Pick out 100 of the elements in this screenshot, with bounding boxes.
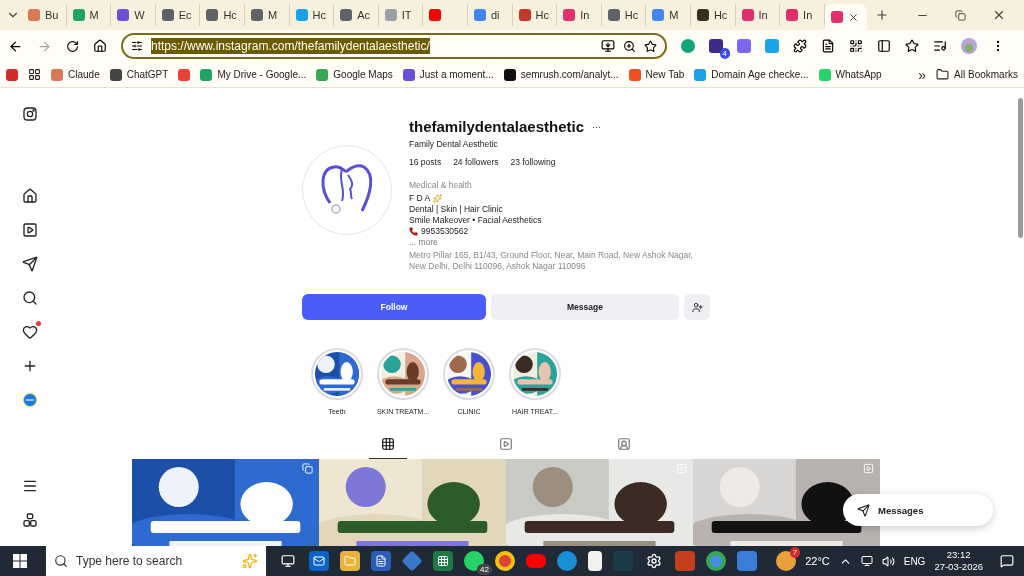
media-control-icon[interactable] bbox=[933, 39, 947, 53]
messages-button[interactable]: Messages bbox=[843, 494, 993, 526]
device-icon[interactable] bbox=[860, 555, 873, 567]
back-icon[interactable] bbox=[8, 38, 23, 54]
more-link[interactable]: ... more bbox=[409, 237, 438, 248]
extension-icon[interactable] bbox=[681, 39, 695, 53]
tagged-tab-icon[interactable] bbox=[617, 437, 631, 451]
blank-file-icon[interactable] bbox=[588, 551, 602, 571]
zoom-icon[interactable] bbox=[623, 39, 636, 53]
new-tab-icon[interactable] bbox=[874, 8, 889, 22]
extensions-icon[interactable] bbox=[793, 39, 807, 53]
apps-icon[interactable] bbox=[28, 68, 41, 81]
browser-tab[interactable]: M bbox=[66, 4, 112, 26]
browser-tab[interactable]: IT bbox=[378, 4, 424, 26]
carousel-icon bbox=[302, 463, 313, 474]
instagram-logo-icon[interactable] bbox=[22, 106, 38, 122]
home-icon[interactable] bbox=[93, 39, 107, 53]
plus-icon[interactable] bbox=[22, 358, 38, 374]
install-icon[interactable] bbox=[601, 39, 615, 53]
weather-icon[interactable] bbox=[776, 551, 797, 571]
bookmark-link[interactable]: ChatGPT bbox=[126, 69, 169, 80]
browser-tab[interactable]: M bbox=[244, 4, 290, 26]
taskbar-search-field[interactable]: Type here to search bbox=[46, 546, 266, 576]
profile-stat[interactable]: 23 following bbox=[510, 157, 556, 168]
message-button[interactable]: Message bbox=[491, 294, 679, 320]
search-icon bbox=[54, 554, 68, 568]
apps-icon[interactable] bbox=[22, 512, 38, 528]
story-highlight[interactable] bbox=[443, 348, 495, 400]
all-bookmarks-button[interactable]: All Bookmarks bbox=[954, 69, 1018, 80]
bookmark-link[interactable]: Google Maps bbox=[333, 69, 393, 80]
browser-tab[interactable] bbox=[824, 4, 867, 30]
video-app-icon[interactable] bbox=[526, 554, 546, 568]
follow-button[interactable]: Follow bbox=[302, 294, 486, 320]
story-highlight[interactable] bbox=[509, 348, 561, 400]
profile-stat[interactable]: 24 followers bbox=[453, 157, 499, 168]
bio-line: Dental | Skin | Hair Clinic bbox=[409, 204, 504, 215]
browser-tab[interactable]: Ac bbox=[334, 4, 379, 26]
browser-app-icon[interactable] bbox=[495, 551, 515, 571]
scrollbar-thumb[interactable] bbox=[1017, 98, 1023, 238]
web-browser-app-icon[interactable] bbox=[557, 551, 577, 571]
bookmark-link[interactable]: WhatsApp bbox=[835, 69, 882, 80]
browser-tab[interactable]: In bbox=[735, 4, 781, 26]
reload-icon[interactable] bbox=[66, 39, 79, 53]
reels-icon[interactable] bbox=[22, 222, 38, 238]
browser-tab[interactable]: W bbox=[111, 4, 156, 26]
favorites-icon[interactable] bbox=[905, 39, 919, 53]
search-icon[interactable] bbox=[22, 290, 38, 306]
menu-icon[interactable] bbox=[22, 478, 38, 494]
reading-list-icon[interactable] bbox=[821, 39, 835, 53]
profile-avatar-icon[interactable] bbox=[23, 393, 37, 407]
address-bar[interactable]: https://www.instagram.com/thefamilydentalaesthetic/ bbox=[121, 33, 667, 59]
browser-tab[interactable]: Bu bbox=[22, 4, 67, 26]
photos-app-icon[interactable] bbox=[737, 551, 757, 571]
bookmark-link[interactable]: Just a moment... bbox=[419, 69, 494, 80]
extension-icon[interactable] bbox=[709, 39, 723, 53]
browser-tab[interactable]: Hc bbox=[200, 4, 245, 26]
browser-tab[interactable]: Ec bbox=[155, 4, 201, 26]
settings-icon[interactable] bbox=[644, 551, 664, 571]
grid-tab-icon[interactable] bbox=[381, 437, 395, 451]
browser-tab[interactable]: Hc bbox=[690, 4, 736, 26]
mail-app-icon[interactable] bbox=[309, 551, 329, 571]
extension-icon[interactable] bbox=[6, 68, 18, 81]
more-bookmarks-button[interactable]: » bbox=[918, 66, 927, 83]
close-window-icon[interactable] bbox=[992, 8, 1006, 22]
spreadsheet-app-icon[interactable] bbox=[433, 551, 453, 571]
folder-icon[interactable] bbox=[340, 551, 360, 571]
story-highlight[interactable] bbox=[377, 348, 429, 400]
suggested-users-button[interactable] bbox=[684, 294, 710, 320]
reels-tab-icon[interactable] bbox=[499, 437, 513, 451]
qr-code-icon[interactable] bbox=[849, 39, 863, 53]
bookmark-star-icon[interactable] bbox=[644, 39, 657, 53]
bookmark-link[interactable]: My Drive - Google... bbox=[217, 69, 307, 80]
browser-tab[interactable]: di bbox=[467, 4, 513, 26]
notifications-icon[interactable] bbox=[1000, 554, 1014, 568]
browser-tab[interactable]: Hc bbox=[289, 4, 335, 26]
restore-icon[interactable] bbox=[955, 9, 966, 21]
side-panel-icon[interactable] bbox=[877, 39, 891, 53]
bookmark-mail-icon[interactable] bbox=[178, 68, 191, 81]
browser-tab[interactable]: In bbox=[557, 4, 602, 26]
bookmark-link[interactable]: Domain Age checke... bbox=[711, 69, 809, 80]
bookmark-link[interactable]: semrush.com/analyt... bbox=[520, 69, 619, 80]
language-indicator[interactable]: ENG bbox=[903, 555, 926, 567]
document-app-icon[interactable] bbox=[371, 551, 391, 571]
profile-stat[interactable]: 16 posts bbox=[409, 157, 442, 168]
bookmark-link[interactable]: New Tab bbox=[645, 69, 685, 80]
browser-tab[interactable]: Hc bbox=[601, 4, 647, 26]
site-info-icon[interactable] bbox=[131, 40, 143, 52]
options-button[interactable]: ··· bbox=[592, 121, 602, 132]
volume-icon[interactable] bbox=[881, 554, 895, 568]
close-tab-icon[interactable] bbox=[847, 11, 859, 23]
browser-tab[interactable]: M bbox=[646, 4, 691, 26]
browser-tab[interactable]: In bbox=[780, 4, 825, 26]
browser-tab[interactable]: Hc bbox=[512, 4, 558, 26]
send-icon[interactable] bbox=[22, 256, 38, 272]
bookmark-link[interactable]: Claude bbox=[68, 69, 100, 80]
clock-date: 27-03-2026 bbox=[934, 561, 983, 573]
home-icon[interactable] bbox=[22, 188, 38, 204]
heart-icon[interactable] bbox=[22, 324, 38, 340]
story-highlight[interactable] bbox=[311, 348, 363, 400]
active-browser-app-icon[interactable] bbox=[706, 551, 726, 571]
